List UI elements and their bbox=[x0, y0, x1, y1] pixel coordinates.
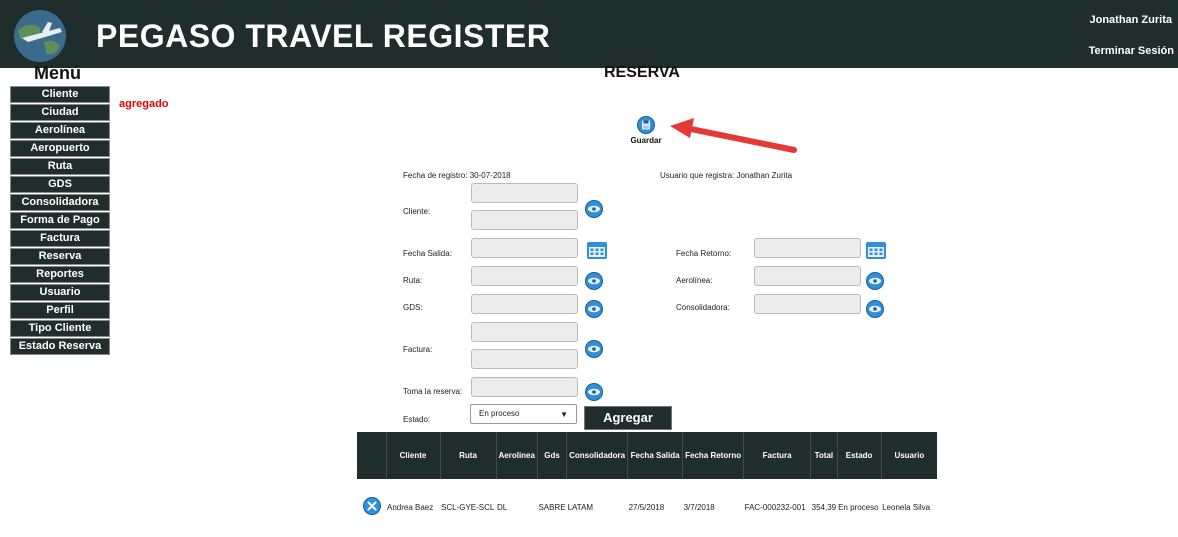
table-row: Andrea Baez SCL-GYE-SCL DL SABRE LATAM 2… bbox=[357, 479, 937, 535]
table-header: Factura bbox=[743, 432, 811, 479]
cliente-label: Cliente: bbox=[403, 207, 431, 216]
aerolinea-input[interactable] bbox=[754, 266, 861, 286]
calendar-icon[interactable] bbox=[586, 240, 608, 260]
gds-input[interactable] bbox=[471, 294, 578, 314]
estado-value: En proceso bbox=[479, 409, 520, 418]
factura-input-1[interactable] bbox=[471, 322, 578, 342]
usuario-registra-text: Usuario que registra: Jonathan Zurita bbox=[660, 171, 793, 180]
eye-icon[interactable] bbox=[866, 300, 884, 318]
eye-icon[interactable] bbox=[585, 272, 603, 290]
eye-icon[interactable] bbox=[585, 340, 603, 358]
menu-item-tipo-cliente[interactable]: Tipo Cliente bbox=[10, 320, 110, 337]
factura-input-2[interactable] bbox=[471, 349, 578, 369]
cell-gds: SABRE bbox=[538, 502, 566, 512]
table-header: Usuario bbox=[880, 432, 938, 479]
ruta-label: Ruta: bbox=[403, 276, 423, 285]
agregar-button[interactable]: Agregar bbox=[584, 406, 672, 430]
factura-label: Factura: bbox=[403, 345, 433, 354]
globe-airplane-icon bbox=[14, 10, 66, 62]
fecha-salida-label: Fecha Salida: bbox=[403, 249, 452, 258]
eye-icon[interactable] bbox=[585, 383, 603, 401]
menu-item-ciudad[interactable]: Ciudad bbox=[10, 104, 110, 121]
delete-cell bbox=[357, 479, 386, 535]
chevron-down-icon: ▼ bbox=[560, 410, 568, 419]
fecha-salida-input[interactable] bbox=[471, 238, 578, 258]
table-header-action bbox=[357, 432, 386, 479]
table-header: Fecha Retorno bbox=[682, 432, 744, 479]
sidebar-menu: Cliente Ciudad Aerolínea Aeropuerto Ruta… bbox=[10, 86, 110, 356]
ruta-input[interactable] bbox=[471, 266, 578, 286]
menu-item-reserva[interactable]: Reserva bbox=[10, 248, 110, 265]
red-arrow-annotation bbox=[670, 118, 797, 153]
gds-label: GDS: bbox=[403, 303, 423, 312]
toma-reserva-input[interactable] bbox=[471, 377, 578, 397]
aerolinea-label: Aerolínea: bbox=[676, 276, 713, 285]
cell-consolidadora: LATAM bbox=[567, 502, 594, 512]
menu-item-cliente[interactable]: Cliente bbox=[10, 86, 110, 103]
estado-label: Estado: bbox=[403, 415, 431, 424]
cell-factura: FAC-000232-001 bbox=[744, 502, 806, 512]
cell-usuario: Leonela Silva bbox=[882, 502, 931, 512]
toma-reserva-label: Toma la reserva: bbox=[403, 387, 463, 396]
menu-item-reportes[interactable]: Reportes bbox=[10, 266, 110, 283]
logout-link[interactable]: Terminar Sesión bbox=[1089, 45, 1174, 57]
table-header: Consolidadora bbox=[566, 432, 628, 479]
menu-item-estado-reserva[interactable]: Estado Reserva bbox=[10, 338, 110, 355]
cell-ruta: SCL-GYE-SCL bbox=[441, 502, 495, 512]
app-title: PEGASO TRAVEL REGISTER bbox=[96, 18, 551, 54]
cell-estado: En proceso bbox=[838, 502, 879, 512]
page-title: RESERVA bbox=[604, 64, 680, 81]
current-user: Jonathan Zurita bbox=[1089, 14, 1172, 26]
estado-select[interactable]: En proceso ▼ bbox=[470, 404, 577, 424]
menu-item-aerolinea[interactable]: Aerolínea bbox=[10, 122, 110, 139]
table-header: Fecha Salida bbox=[627, 432, 683, 479]
save-button[interactable]: Guardar bbox=[628, 116, 664, 145]
menu-item-aeropuerto[interactable]: Aeropuerto bbox=[10, 140, 110, 157]
table-header: Estado bbox=[836, 432, 882, 479]
menu-title: Menú bbox=[34, 63, 81, 83]
menu-item-perfil[interactable]: Perfil bbox=[10, 302, 110, 319]
table-header-row: Cliente Ruta Aerolinea Gds Consolidadora… bbox=[357, 432, 938, 479]
cell-cliente: Andrea Baez bbox=[387, 502, 434, 512]
reservas-table: Cliente Ruta Aerolinea Gds Consolidadora… bbox=[357, 432, 938, 535]
cliente-input-2[interactable] bbox=[471, 210, 578, 230]
save-disk-icon bbox=[637, 116, 655, 134]
menu-item-consolidadora[interactable]: Consolidadora bbox=[10, 194, 110, 211]
fecha-retorno-label: Fecha Retorno: bbox=[676, 249, 732, 258]
table-header: Ruta bbox=[439, 432, 496, 479]
fecha-registro-text: Fecha de registro: 30-07-2018 bbox=[403, 171, 511, 180]
eye-icon[interactable] bbox=[585, 300, 603, 318]
fecha-retorno-input[interactable] bbox=[754, 238, 861, 258]
table-header: Total bbox=[810, 432, 838, 479]
eye-icon[interactable] bbox=[866, 272, 884, 290]
delete-icon[interactable] bbox=[362, 497, 381, 515]
cell-aerolinea: DL bbox=[497, 502, 508, 512]
cliente-input-1[interactable] bbox=[471, 183, 578, 203]
calendar-icon[interactable] bbox=[865, 240, 887, 260]
consolidadora-label: Consolidadora: bbox=[676, 303, 730, 312]
table-header: Gds bbox=[536, 432, 567, 479]
status-message: agregado bbox=[119, 98, 169, 110]
cell-fecha-retorno: 3/7/2018 bbox=[683, 502, 715, 512]
cell-total: 354,39 bbox=[811, 502, 837, 512]
menu-item-factura[interactable]: Factura bbox=[10, 230, 110, 247]
consolidadora-input[interactable] bbox=[754, 294, 861, 314]
save-label: Guardar bbox=[630, 136, 662, 145]
table-header: Cliente bbox=[385, 432, 440, 479]
menu-item-gds[interactable]: GDS bbox=[10, 176, 110, 193]
cell-fecha-salida: 27/5/2018 bbox=[628, 502, 665, 512]
eye-icon[interactable] bbox=[585, 200, 603, 218]
table-header: Aerolinea bbox=[495, 432, 538, 479]
menu-item-usuario[interactable]: Usuario bbox=[10, 284, 110, 301]
menu-item-forma-pago[interactable]: Forma de Pago bbox=[10, 212, 110, 229]
app-header: PEGASO TRAVEL REGISTER Jonathan Zurita T… bbox=[0, 0, 1178, 68]
menu-item-ruta[interactable]: Ruta bbox=[10, 158, 110, 175]
